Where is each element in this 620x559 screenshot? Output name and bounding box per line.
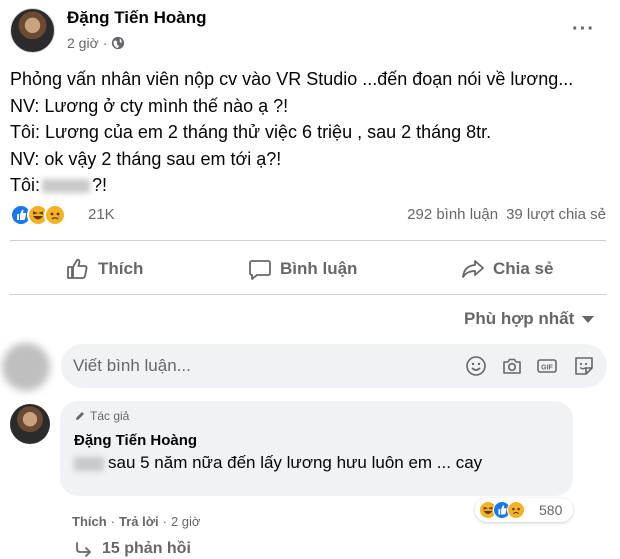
svg-text:GIF: GIF	[541, 365, 553, 372]
divider	[10, 294, 606, 295]
comment-reaction-summary[interactable]: 580	[475, 498, 573, 522]
post-author-name[interactable]: Đặng Tiến Hoàng	[67, 8, 206, 28]
comment-author-name[interactable]: Đặng Tiến Hoàng	[74, 432, 197, 449]
comment-actions: Thích · Trả lời · 2 giờ	[72, 514, 200, 529]
sort-label: Phù hợp nhất	[464, 309, 575, 328]
post-line: NV: Lương ở cty mình thế nào ạ ?!	[10, 95, 289, 116]
globe-icon	[112, 36, 125, 50]
dot-separator: ·	[162, 514, 167, 529]
dot-separator: ·	[110, 514, 116, 529]
comment-placeholder: Viết bình luận...	[73, 356, 191, 375]
like-button[interactable]: Thích	[66, 258, 143, 280]
more-options-button[interactable]: ···	[572, 18, 595, 41]
comment-bubble: Tác giả Đặng Tiến Hoàng sau 5 năm nữa đế…	[60, 401, 573, 496]
like-button-label: Thích	[98, 259, 144, 278]
post-time[interactable]: 2 giờ	[67, 35, 99, 51]
thumbs-up-icon	[67, 258, 88, 279]
replies-label: 15 phản hồi	[102, 540, 191, 557]
post-line: Tôi: Lương của em 2 tháng thử việc 6 tri…	[10, 122, 492, 142]
post-line-prefix: Tôi:	[10, 175, 41, 195]
post-line: NV: ok vậy 2 tháng sau em tới ạ?!	[10, 148, 282, 169]
reaction-count[interactable]: 21K	[88, 206, 115, 223]
current-user-avatar[interactable]	[2, 343, 50, 391]
blurred-text	[74, 456, 104, 471]
post-line-last: Tôi:?!	[10, 172, 610, 199]
blurred-text	[42, 179, 91, 194]
share-button-label: Chia sẻ	[493, 259, 554, 278]
comment-author-avatar[interactable]	[10, 404, 50, 444]
comment-reply-button[interactable]: Trả lời	[119, 514, 159, 529]
comment-text: sau 5 năm nữa đến lấy lương hưu luôn em …	[74, 453, 482, 473]
meta-separator: ·	[102, 35, 108, 51]
post-line: Phỏng vấn nhân viên nộp cv vào VR Studio…	[10, 69, 574, 89]
view-replies-button[interactable]: 15 phản hồi	[74, 540, 191, 558]
pencil-icon	[76, 412, 84, 420]
comment-sort-dropdown[interactable]: Phù hợp nhất	[464, 309, 595, 329]
caret-down-icon	[582, 315, 595, 323]
sad-reaction-icon[interactable]	[44, 204, 66, 226]
comment-button-label: Bình luận	[280, 259, 358, 278]
sad-reaction-icon	[507, 501, 525, 519]
engagement-stats: 292 bình luận 39 lượt chia sẻ	[407, 206, 606, 223]
share-icon	[462, 260, 484, 278]
reply-arrow-icon	[76, 542, 91, 557]
gif-icon[interactable]: GIF	[536, 355, 558, 377]
post-line-suffix: ?!	[92, 175, 108, 195]
comment-time[interactable]: 2 giờ	[171, 514, 201, 529]
post-content: Phỏng vấn nhân viên nộp cv vào VR Studio…	[10, 66, 610, 199]
facebook-post: Đặng Tiến Hoàng 2 giờ · ··· Phỏng vấn nh…	[0, 0, 620, 559]
comment-text-body: sau 5 năm nữa đến lấy lương hưu luôn em …	[108, 453, 483, 472]
comment-like-button[interactable]: Thích	[72, 514, 107, 529]
comment-button[interactable]: Bình luận	[248, 258, 357, 280]
author-tag: Tác giả	[74, 409, 129, 423]
author-tag-label: Tác giả	[90, 409, 130, 423]
sticker-icon[interactable]	[573, 355, 595, 377]
comment-input[interactable]: Viết bình luận... GIF	[61, 344, 607, 388]
divider	[10, 240, 606, 241]
share-count-link[interactable]: 39 lượt chia sẻ	[506, 206, 606, 223]
emoji-icon[interactable]	[465, 355, 487, 377]
author-avatar[interactable]	[10, 8, 55, 53]
reaction-summary: 21K 292 bình luận 39 lượt chia sẻ	[10, 204, 606, 230]
camera-icon[interactable]	[501, 355, 523, 377]
comment-icon	[249, 260, 271, 280]
post-meta: 2 giờ ·	[67, 35, 125, 51]
comment-reaction-count: 580	[539, 502, 563, 518]
share-button[interactable]: Chia sẻ	[461, 258, 553, 280]
comment-count-link[interactable]: 292 bình luận	[407, 206, 498, 223]
